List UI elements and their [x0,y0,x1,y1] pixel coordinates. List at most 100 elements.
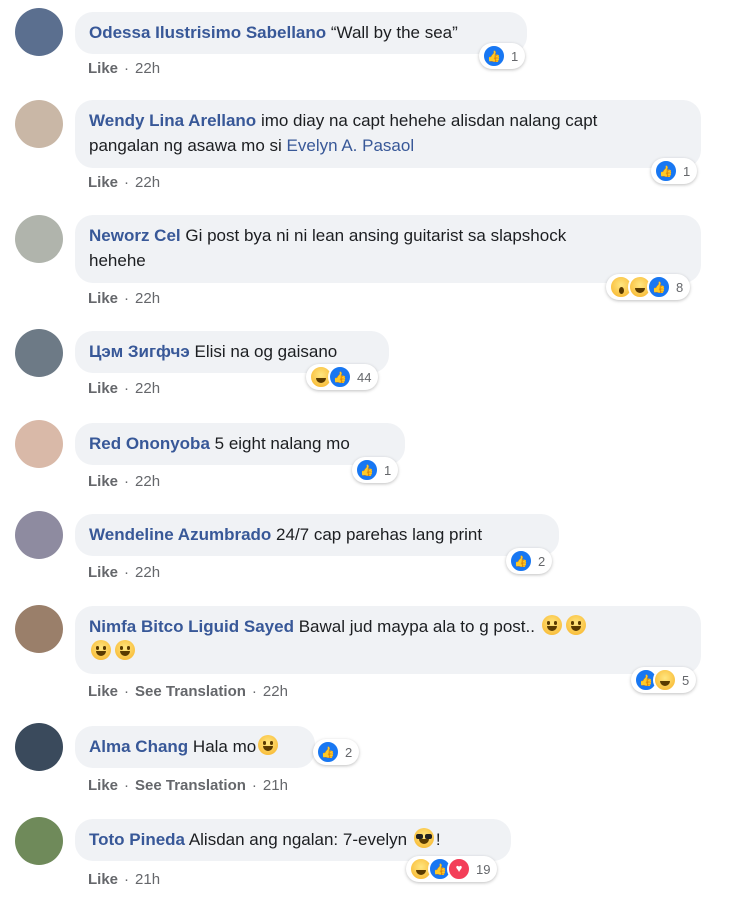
comment-actions: Like · See Translation · 21h [88,777,288,794]
grinning-emoji-icon [565,615,586,635]
reaction-count: 2 [345,744,353,760]
see-translation-link[interactable]: See Translation [135,777,246,794]
comment-bubble: Odessa Ilustrisimo Sabellano “Wall by th… [75,12,527,54]
comment-bubble: Neworz Cel Gi post bya ni ni lean ansing… [75,215,701,283]
comment-time[interactable]: 22h [135,380,160,397]
comment-author[interactable]: Wendy Lina Arellano [89,111,256,130]
comment-time[interactable]: 22h [135,473,160,490]
comment-text: 5 eight nalang mo [214,434,350,453]
grinning-emoji-icon [115,640,135,660]
comment-actions: Like · See Translation · 22h [88,683,288,700]
comment-time[interactable]: 22h [135,174,160,191]
like-reaction-icon: 👍 [647,275,671,299]
comment-text: Alisdan ang ngalan: 7-evelyn [188,830,408,849]
comment-time[interactable]: 22h [135,564,160,581]
like-reaction-icon: 👍 [482,44,506,68]
comment-actions: Like · 22h [88,174,161,191]
reaction-count: 1 [384,462,392,478]
reaction-summary[interactable]: 👍 44 [306,364,379,390]
reaction-summary[interactable]: 👍 1 [651,158,698,184]
reaction-count: 44 [357,369,372,385]
reaction-count: 2 [538,553,546,569]
avatar[interactable] [15,420,63,468]
grinning-emoji-icon [91,640,111,660]
avatar[interactable] [15,817,63,865]
like-button[interactable]: Like [88,290,118,307]
reaction-count: 8 [676,279,684,295]
comment-time[interactable]: 21h [135,871,160,888]
comment-time[interactable]: 21h [263,777,288,794]
comment-author[interactable]: Alma Chang [89,737,188,756]
comment-author[interactable]: Toto Pineda [89,830,185,849]
avatar[interactable] [15,8,63,56]
like-button[interactable]: Like [88,174,118,191]
like-button[interactable]: Like [88,380,118,397]
reaction-summary[interactable]: 👍 5 [631,667,697,693]
like-button[interactable]: Like [88,683,118,700]
comment-author[interactable]: Nimfa Bitco Liguid Sayed [89,617,294,636]
like-reaction-icon: 👍 [654,159,678,183]
comment-text: Gi post bya ni ni lean ansing guitarist … [185,226,567,245]
comment-text: “Wall by the sea” [330,23,458,42]
avatar[interactable] [15,215,63,263]
comment-text: Elisi na og gaisano [194,342,338,361]
comment-text-line2: hehehe [89,251,146,270]
like-button[interactable]: Like [88,777,118,794]
reaction-summary[interactable]: 👍 8 [606,274,691,300]
reaction-count: 1 [511,48,519,64]
comment-actions: Like · 22h [88,290,161,307]
like-reaction-icon: 👍 [328,365,352,389]
comment-author[interactable]: Wendeline Azumbrado [89,525,271,544]
sunglasses-emoji-icon [413,828,434,848]
comment-bubble: Nimfa Bitco Liguid Sayed Bawal jud maypa… [75,606,701,674]
comment-actions: Like · 22h [88,473,161,490]
avatar[interactable] [15,329,63,377]
avatar[interactable] [15,100,63,148]
reaction-summary[interactable]: 👍 2 [313,739,360,765]
avatar[interactable] [15,605,63,653]
comment-bubble: Red Ononyoba 5 eight nalang mo [75,423,405,465]
grinning-emoji-icon [541,615,562,635]
comment-text-end: ! [435,830,441,849]
mention-link[interactable]: Evelyn A. Pasaol [287,136,415,155]
comment-actions: Like · 22h [88,380,161,397]
comment-text: Bawal jud maypa ala to g post.. [298,617,535,636]
reaction-summary[interactable]: 👍 2 [506,548,553,574]
like-reaction-icon: 👍 [316,740,340,764]
comment-actions: Like · 22h [88,60,161,77]
like-button[interactable]: Like [88,473,118,490]
comment-author[interactable]: Red Ononyoba [89,434,210,453]
comment-time[interactable]: 22h [135,60,160,77]
love-reaction-icon: ♥ [447,857,471,881]
see-translation-link[interactable]: See Translation [135,683,246,700]
reaction-summary[interactable]: 👍 ♥ 19 [406,856,498,882]
reaction-summary[interactable]: 👍 1 [352,457,399,483]
comment-bubble: Wendy Lina Arellano imo diay na capt heh… [75,100,701,168]
comment-bubble: Wendeline Azumbrado 24/7 cap parehas lan… [75,514,559,556]
comment-text: Hala mo [192,737,257,756]
like-button[interactable]: Like [88,564,118,581]
avatar[interactable] [15,723,63,771]
like-button[interactable]: Like [88,871,118,888]
like-reaction-icon: 👍 [509,549,533,573]
comment-time[interactable]: 22h [263,683,288,700]
comment-text-line2: pangalan ng asawa mo si [89,136,282,155]
like-button[interactable]: Like [88,60,118,77]
comment-bubble: Toto Pineda Alisdan ang ngalan: 7-evelyn… [75,819,511,861]
reaction-count: 19 [476,861,491,877]
comment-actions: Like · 22h [88,564,161,581]
reaction-count: 5 [682,672,690,688]
comment-author[interactable]: Цэм Зигфчэ [89,342,190,361]
comment-text: 24/7 cap parehas lang print [276,525,483,544]
comment-author[interactable]: Odessa Ilustrisimo Sabellano [89,23,326,42]
reaction-count: 1 [683,163,691,179]
like-reaction-icon: 👍 [355,458,379,482]
comment-actions: Like · 21h [88,871,161,888]
comment-time[interactable]: 22h [135,290,160,307]
comment-bubble: Alma Chang Hala mo [75,726,315,768]
comment-text: imo diay na capt hehehe alisdan nalang c… [260,111,598,130]
avatar[interactable] [15,511,63,559]
reaction-summary[interactable]: 👍 1 [479,43,526,69]
comment-author[interactable]: Neworz Cel [89,226,181,245]
grinning-emoji-icon [258,735,279,755]
